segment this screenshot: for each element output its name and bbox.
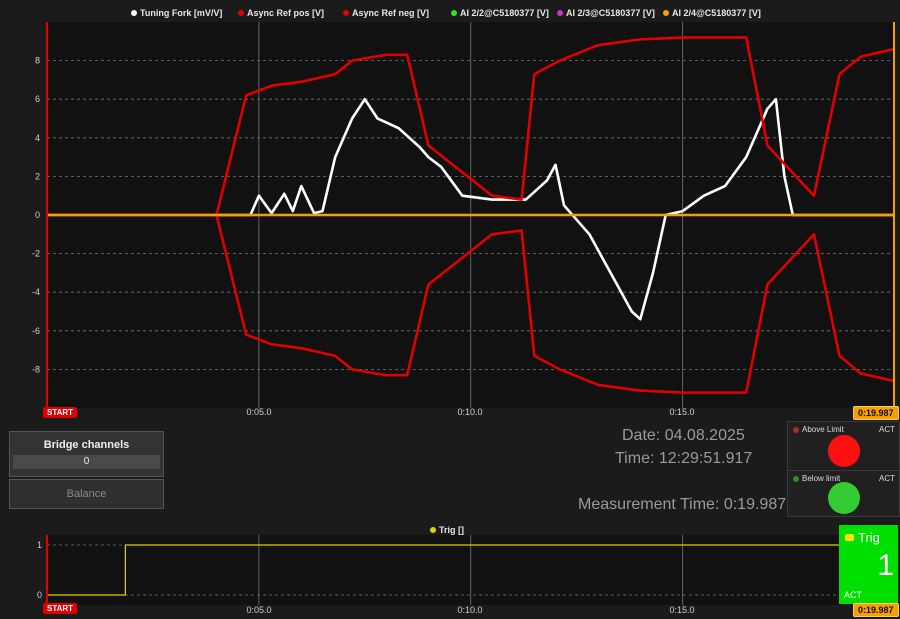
trig-end-tag[interactable]: 0:19.987 xyxy=(853,603,899,617)
above-limit-lamp xyxy=(828,435,860,467)
y-tick-label: -2 xyxy=(32,249,40,259)
bridge-channels-value[interactable]: 0 xyxy=(13,455,160,469)
trig-value-panel[interactable]: Trig 1 ACT xyxy=(839,525,898,604)
x-tick-label: 0:05.0 xyxy=(246,407,271,417)
measurement-time-display: Measurement Time: 0:19.987 xyxy=(578,496,787,513)
trig-y-axis: 1 0 xyxy=(37,540,42,600)
y-tick-label: 8 xyxy=(35,56,40,66)
y-tick-label: -4 xyxy=(32,287,40,297)
main-end-tag[interactable]: 0:19.987 xyxy=(853,406,899,420)
below-limit-label-group: Below limit xyxy=(793,474,840,483)
x-tick-label: 0:15.0 xyxy=(669,605,694,615)
balance-button[interactable]: Balance xyxy=(9,479,164,509)
x-tick-label: 0:10.0 xyxy=(457,407,482,417)
trig-title-group: Trig xyxy=(845,530,880,545)
below-limit-act: ACT xyxy=(879,474,895,483)
y-tick-label: -6 xyxy=(32,326,40,336)
status-dot-icon xyxy=(793,426,799,433)
main-chart[interactable]: 8 6 4 2 0 -2 -4 -6 -8 0:05.0 0:10.0 0:15… xyxy=(0,0,900,420)
trig-value: 1 xyxy=(877,549,894,582)
x-tick-label: 0:10.0 xyxy=(457,605,482,615)
above-limit-indicator[interactable]: Above Limit ACT xyxy=(787,421,900,471)
x-tick-label: 0:15.0 xyxy=(669,407,694,417)
trig-start-tag[interactable]: START xyxy=(43,603,78,614)
main-x-axis: 0:05.0 0:10.0 0:15.0 xyxy=(246,407,694,417)
status-dot-icon xyxy=(793,475,799,482)
time-display: Time: 12:29:51.917 xyxy=(615,450,753,467)
bridge-channels-title: Bridge channels xyxy=(43,439,130,451)
date-display: Date: 04.08.2025 xyxy=(622,427,745,444)
y-tick-label: 0 xyxy=(35,210,40,220)
above-limit-act: ACT xyxy=(879,425,895,434)
y-tick-label: -8 xyxy=(32,364,40,374)
above-limit-label-group: Above Limit xyxy=(793,425,844,434)
y-tick-label: 6 xyxy=(35,94,40,104)
main-y-axis: 8 6 4 2 0 -2 -4 -6 -8 xyxy=(32,56,40,375)
x-tick-label: 0:05.0 xyxy=(246,605,271,615)
trig-chart[interactable]: 1 0 0:05.0 0:10.0 0:15.0 xyxy=(0,530,900,619)
below-limit-label: Below limit xyxy=(802,474,841,483)
trig-x-axis: 0:05.0 0:10.0 0:15.0 xyxy=(246,605,694,615)
trig-act: ACT xyxy=(844,590,862,600)
main-start-tag[interactable]: START xyxy=(43,407,78,418)
below-limit-lamp xyxy=(828,482,860,514)
y-tick-label: 4 xyxy=(35,133,40,143)
below-limit-indicator[interactable]: Below limit ACT xyxy=(787,470,900,517)
trig-title: Trig xyxy=(858,530,880,545)
y-tick-label: 0 xyxy=(37,590,42,600)
above-limit-label: Above Limit xyxy=(802,425,844,434)
trig-indicator-icon xyxy=(845,534,854,541)
bridge-channels-panel: Bridge channels 0 xyxy=(9,431,164,477)
y-tick-label: 1 xyxy=(37,540,42,550)
y-tick-label: 2 xyxy=(35,171,40,181)
